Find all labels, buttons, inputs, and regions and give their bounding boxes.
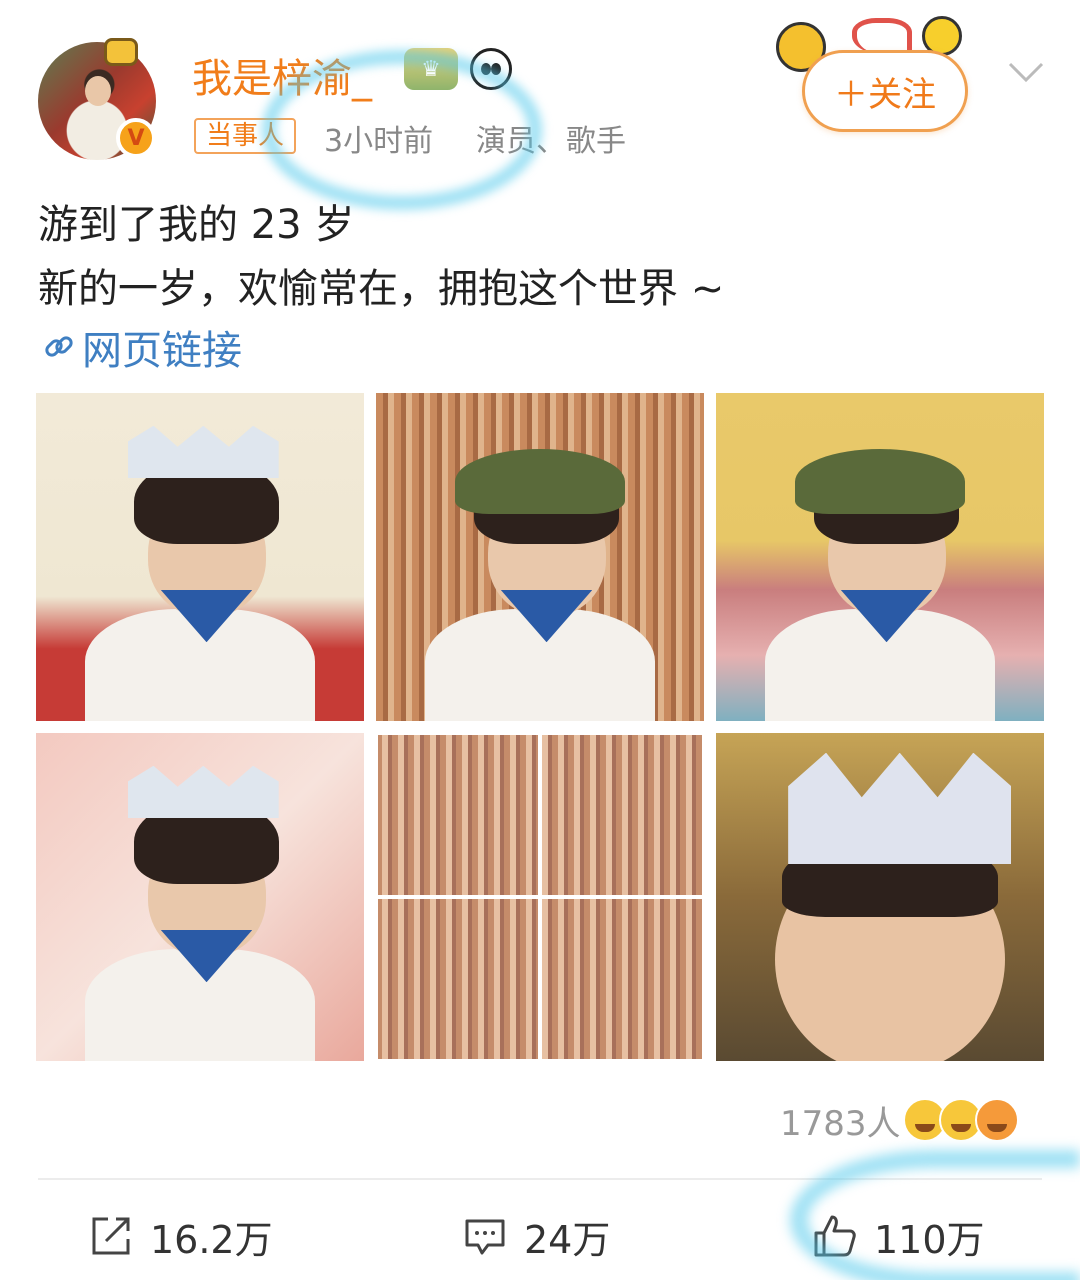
camera-sticker-icon <box>104 38 138 66</box>
web-link-label: 网页链接 <box>82 328 242 374</box>
comment-icon <box>465 1219 505 1255</box>
repost-icon <box>92 1217 130 1255</box>
follow-button[interactable]: ＋关注 <box>802 50 968 132</box>
reaction-summary[interactable]: 1783人 <box>780 1096 1019 1144</box>
photo-thumbnail[interactable] <box>376 393 704 721</box>
reaction-count: 1783人 <box>780 1103 901 1144</box>
photo-thumbnail[interactable] <box>36 393 364 721</box>
comment-button[interactable]: 24万 <box>462 1208 610 1264</box>
highlight-marker <box>262 50 542 210</box>
collage-cell <box>540 733 704 897</box>
photo-thumbnail[interactable] <box>716 733 1044 1061</box>
post-text-line: 新的一岁，欢愉常在，拥抱这个世界 ~ <box>38 266 725 312</box>
post-text-line: 游到了我的 23 岁 <box>38 202 355 248</box>
photo-thumbnail[interactable] <box>36 733 364 1061</box>
comment-count: 24万 <box>524 1217 611 1262</box>
collage-cell <box>376 897 540 1061</box>
link-icon <box>45 336 73 357</box>
collage-cell <box>376 733 540 897</box>
crown-shape <box>127 765 279 819</box>
hat-shape <box>794 448 966 515</box>
repost-button[interactable]: 16.2万 <box>88 1208 273 1264</box>
photo-thumbnail[interactable] <box>716 393 1044 721</box>
collage-cell <box>540 897 704 1061</box>
repost-count: 16.2万 <box>150 1217 273 1262</box>
emoji-icon <box>974 1098 1019 1142</box>
squiggle-decoration <box>852 18 912 54</box>
photo-thumbnail[interactable] <box>376 733 704 1061</box>
avatar-face <box>85 76 111 106</box>
chevron-down-icon[interactable] <box>1008 60 1044 84</box>
photo-grid <box>36 393 1044 1061</box>
crown-shape <box>127 425 279 479</box>
highlight-marker <box>790 1150 1080 1280</box>
verified-badge-icon: V <box>116 118 156 158</box>
web-link[interactable]: 网页链接 <box>40 318 242 376</box>
hat-shape <box>454 448 626 515</box>
crown-shape <box>788 752 1012 865</box>
